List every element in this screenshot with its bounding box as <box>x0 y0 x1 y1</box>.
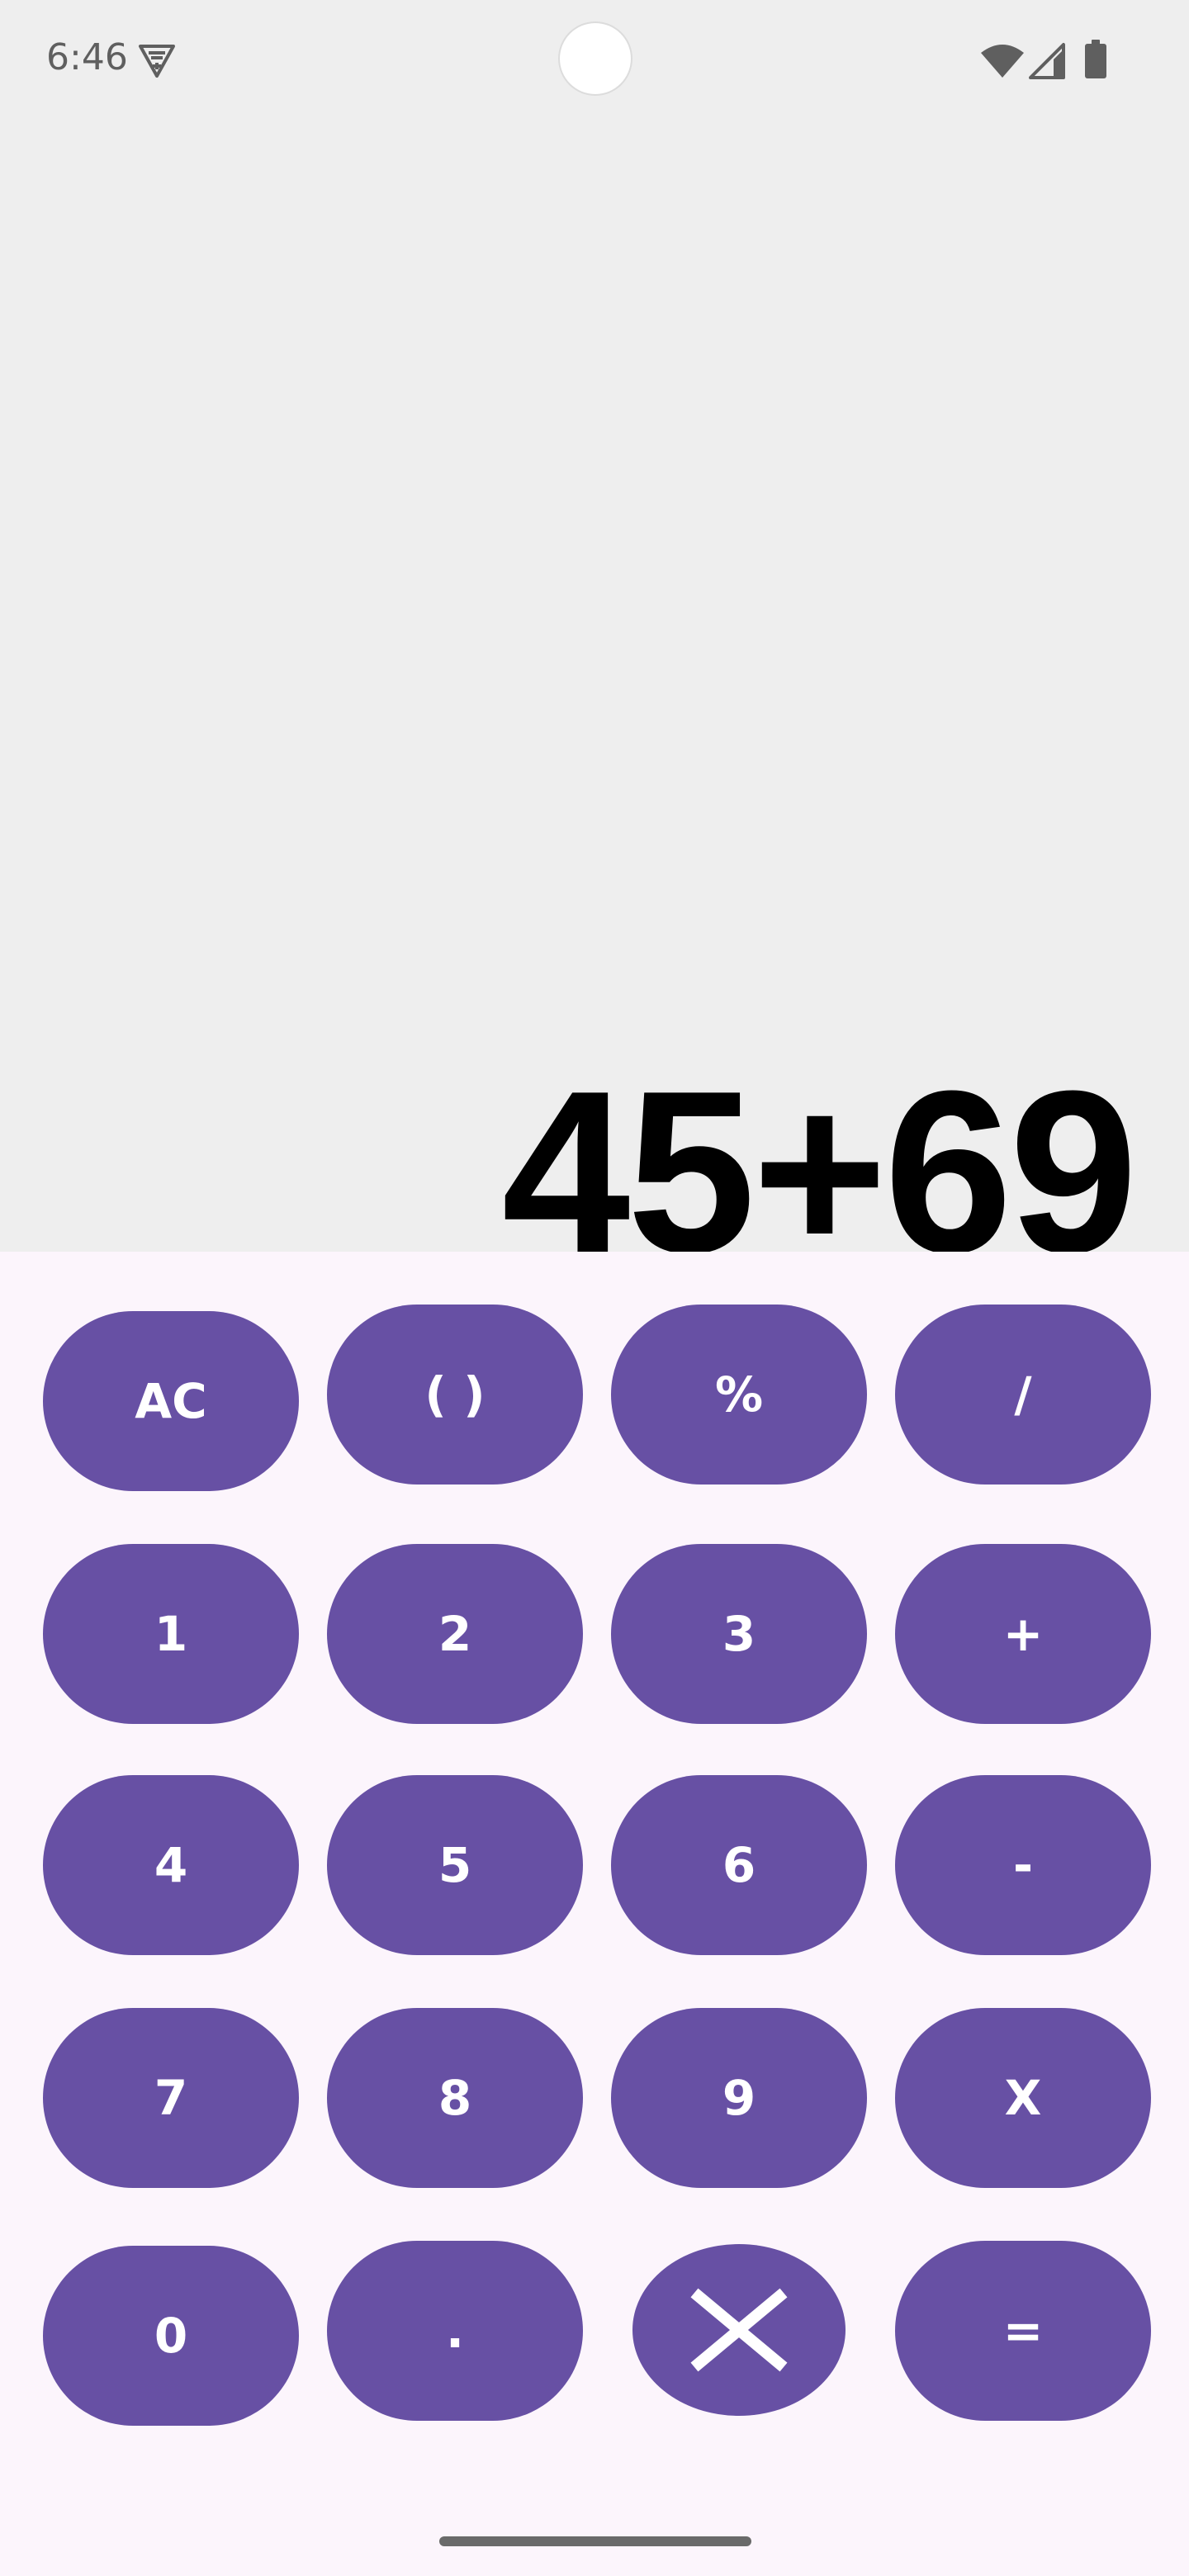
divide-button-label: / <box>1014 1366 1032 1423</box>
digit-1-button[interactable]: 1 <box>43 1544 299 1724</box>
digit-0-button[interactable]: 0 <box>43 2246 299 2426</box>
add-button-label: + <box>1002 1606 1044 1662</box>
equals-button[interactable]: = <box>895 2241 1151 2421</box>
equals-button-label: = <box>1002 2303 1044 2359</box>
backspace-icon <box>690 2288 788 2372</box>
clear-button-label: AC <box>135 1373 207 1429</box>
digit-4-label: 4 <box>154 1837 188 1893</box>
parentheses-button[interactable]: ( ) <box>327 1305 583 1485</box>
battery-icon <box>1085 40 1106 78</box>
subtract-button[interactable]: - <box>895 1775 1151 1955</box>
vpn-key-icon <box>139 45 175 78</box>
percent-button[interactable]: % <box>611 1305 867 1485</box>
digit-3-button[interactable]: 3 <box>611 1544 867 1724</box>
digit-3-label: 3 <box>722 1606 756 1662</box>
digit-7-button[interactable]: 7 <box>43 2008 299 2188</box>
digit-9-button[interactable]: 9 <box>611 2008 867 2188</box>
digit-8-label: 8 <box>438 2070 472 2126</box>
calculator-display: 45+69 <box>0 116 1189 1288</box>
percent-button-label: % <box>714 1366 764 1423</box>
camera-cutout <box>560 23 631 94</box>
add-button[interactable]: + <box>895 1544 1151 1724</box>
digit-0-label: 0 <box>154 2308 188 2364</box>
cell-signal-icon <box>1029 43 1065 79</box>
digit-6-button[interactable]: 6 <box>611 1775 867 1955</box>
status-time: 6:46 <box>46 36 128 78</box>
digit-4-button[interactable]: 4 <box>43 1775 299 1955</box>
wifi-icon <box>981 45 1024 78</box>
digit-9-label: 9 <box>722 2070 756 2126</box>
digit-2-button[interactable]: 2 <box>327 1544 583 1724</box>
home-indicator[interactable] <box>439 2536 751 2546</box>
decimal-button[interactable]: . <box>327 2241 583 2421</box>
digit-6-label: 6 <box>722 1837 756 1893</box>
digit-8-button[interactable]: 8 <box>327 2008 583 2188</box>
decimal-button-label: . <box>445 2303 465 2359</box>
divide-button[interactable]: / <box>895 1305 1151 1485</box>
digit-2-label: 2 <box>438 1606 472 1662</box>
digit-5-label: 5 <box>438 1837 472 1893</box>
multiply-button[interactable]: X <box>895 2008 1151 2188</box>
backspace-button[interactable] <box>632 2244 846 2416</box>
digit-5-button[interactable]: 5 <box>327 1775 583 1955</box>
digit-1-label: 1 <box>154 1606 188 1662</box>
parentheses-button-label: ( ) <box>424 1366 486 1423</box>
digit-7-label: 7 <box>154 2070 188 2126</box>
status-bar: 6:46 <box>0 0 1189 116</box>
subtract-button-label: - <box>1012 1837 1034 1893</box>
multiply-button-label: X <box>1004 2070 1042 2126</box>
clear-button[interactable]: AC <box>43 1311 299 1491</box>
keypad: AC ( ) % / 1 2 3 + 4 5 6 - 7 8 9 X 0 . = <box>0 1252 1189 2576</box>
